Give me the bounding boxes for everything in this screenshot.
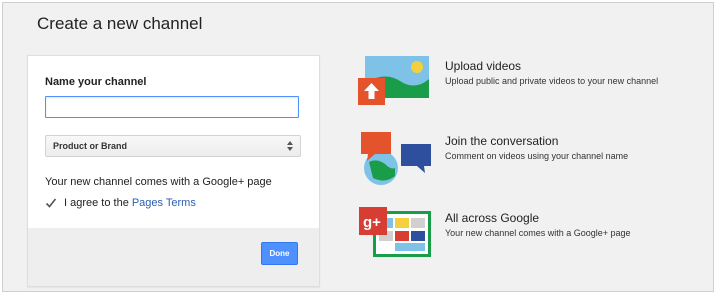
upload-videos-icon	[358, 56, 429, 105]
done-button[interactable]: Done	[261, 242, 298, 265]
conversation-icon	[361, 132, 431, 185]
svg-text:g+: g+	[363, 214, 381, 231]
feature-all-across-google: g+ All across Google Your new channel co…	[355, 205, 705, 265]
channel-type-selected-value: Product or Brand	[53, 141, 128, 151]
pages-terms-link[interactable]: Pages Terms	[132, 197, 196, 209]
feature-title: All across Google	[445, 211, 540, 225]
checkbox-checked-icon[interactable]	[45, 197, 57, 209]
page-title: Create a new channel	[37, 14, 203, 33]
name-channel-label: Name your channel	[45, 76, 147, 88]
google-plus-note: Your new channel comes with a Google+ pa…	[45, 176, 272, 188]
feature-join-conversation: Join the conversation Comment on videos …	[355, 128, 705, 188]
terms-agreement: I agree to the Pages Terms	[45, 196, 196, 210]
feature-description: Comment on videos using your channel nam…	[445, 151, 629, 161]
agree-text: I agree to the	[64, 197, 129, 209]
channel-name-input[interactable]	[45, 96, 299, 118]
feature-title: Upload videos	[445, 59, 522, 73]
feature-upload-videos: Upload videos Upload public and private …	[355, 53, 705, 113]
channel-type-select[interactable]: Product or Brand	[45, 135, 301, 157]
feature-title: Join the conversation	[445, 134, 559, 148]
feature-description: Upload public and private videos to your…	[445, 76, 659, 86]
create-channel-dialog: Create a new channel Name your channel P…	[2, 2, 714, 292]
google-plus-icon: g+	[359, 207, 431, 257]
feature-description: Your new channel comes with a Google+ pa…	[445, 228, 631, 238]
select-arrows-icon	[287, 141, 293, 151]
channel-form-card: Name your channel Product or Brand Your …	[27, 55, 320, 287]
